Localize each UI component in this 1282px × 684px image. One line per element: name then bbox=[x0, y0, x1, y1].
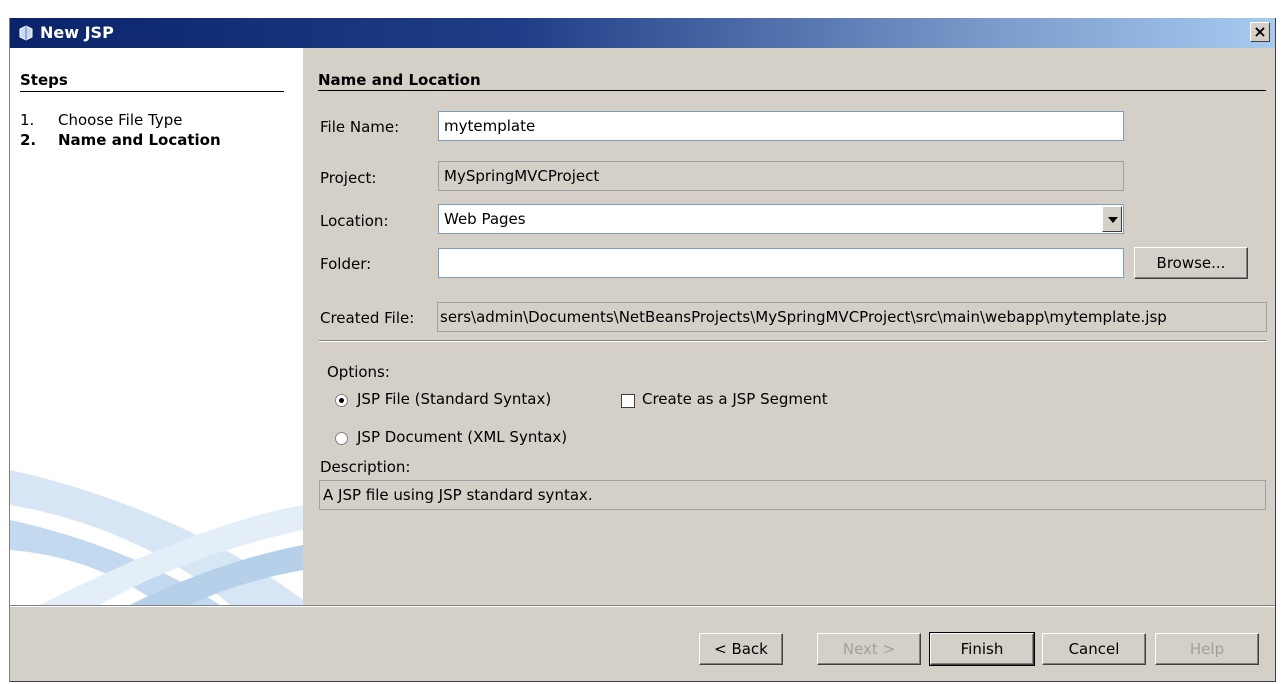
wizard-decoration-graphic bbox=[10, 470, 303, 605]
steps-panel: Steps 1. Choose File Type 2. Name and Loca… bbox=[10, 48, 303, 605]
radio-jsp-document-xml[interactable] bbox=[335, 432, 348, 445]
steps-divider bbox=[20, 91, 284, 92]
project-label: Project: bbox=[320, 169, 377, 187]
new-jsp-dialog: New JSP × Steps 1. Choose File Type 2. Nam… bbox=[9, 18, 1276, 682]
file-name-label: File Name: bbox=[320, 118, 400, 136]
back-button[interactable]: < Back bbox=[699, 633, 783, 665]
radio-jsp-standard-syntax-label: JSP File (Standard Syntax) bbox=[357, 390, 552, 408]
step-number: 1. bbox=[20, 111, 35, 129]
file-name-input[interactable]: mytemplate bbox=[438, 111, 1124, 141]
chevron-down-icon[interactable] bbox=[1102, 206, 1122, 232]
folder-input[interactable] bbox=[438, 248, 1124, 278]
background-window-edge bbox=[0, 0, 9, 684]
options-label: Options: bbox=[327, 363, 390, 381]
next-button[interactable]: Next > bbox=[817, 633, 921, 665]
footer-separator bbox=[10, 605, 1275, 607]
step-label: Choose File Type bbox=[58, 111, 183, 129]
step-number: 2. bbox=[20, 131, 37, 149]
close-button[interactable]: × bbox=[1250, 22, 1270, 42]
step-choose-file-type: 1. Choose File Type bbox=[20, 111, 182, 129]
project-field: MySpringMVCProject bbox=[438, 161, 1124, 191]
location-label: Location: bbox=[320, 212, 389, 230]
description-label: Description: bbox=[320, 458, 411, 476]
step-label: Name and Location bbox=[58, 131, 221, 149]
title-bar[interactable]: New JSP × bbox=[10, 18, 1275, 48]
checkbox-jsp-segment[interactable] bbox=[621, 394, 635, 408]
step-name-and-location: 2. Name and Location bbox=[20, 131, 221, 149]
checkbox-jsp-segment-label: Create as a JSP Segment bbox=[642, 390, 828, 408]
jsp-file-icon bbox=[19, 25, 33, 41]
help-button[interactable]: Help bbox=[1155, 633, 1259, 665]
window-title: New JSP bbox=[40, 23, 114, 42]
finish-button[interactable]: Finish bbox=[929, 632, 1035, 666]
steps-heading: Steps bbox=[20, 71, 68, 89]
browse-button[interactable]: Browse... bbox=[1134, 247, 1248, 279]
folder-label: Folder: bbox=[320, 255, 372, 273]
panel-divider bbox=[318, 90, 1266, 91]
radio-jsp-document-xml-label: JSP Document (XML Syntax) bbox=[357, 428, 568, 446]
panel-heading: Name and Location bbox=[318, 71, 481, 89]
created-file-field: sers\admin\Documents\NetBeansProjects\My… bbox=[437, 302, 1267, 332]
radio-jsp-standard-syntax[interactable] bbox=[335, 394, 348, 407]
created-file-label: Created File: bbox=[320, 309, 415, 327]
cancel-button[interactable]: Cancel bbox=[1042, 633, 1146, 665]
location-select[interactable]: Web Pages bbox=[438, 204, 1124, 234]
options-separator bbox=[319, 340, 1266, 342]
description-text: A JSP file using JSP standard syntax. bbox=[319, 480, 1266, 510]
location-selected-value: Web Pages bbox=[444, 210, 526, 228]
